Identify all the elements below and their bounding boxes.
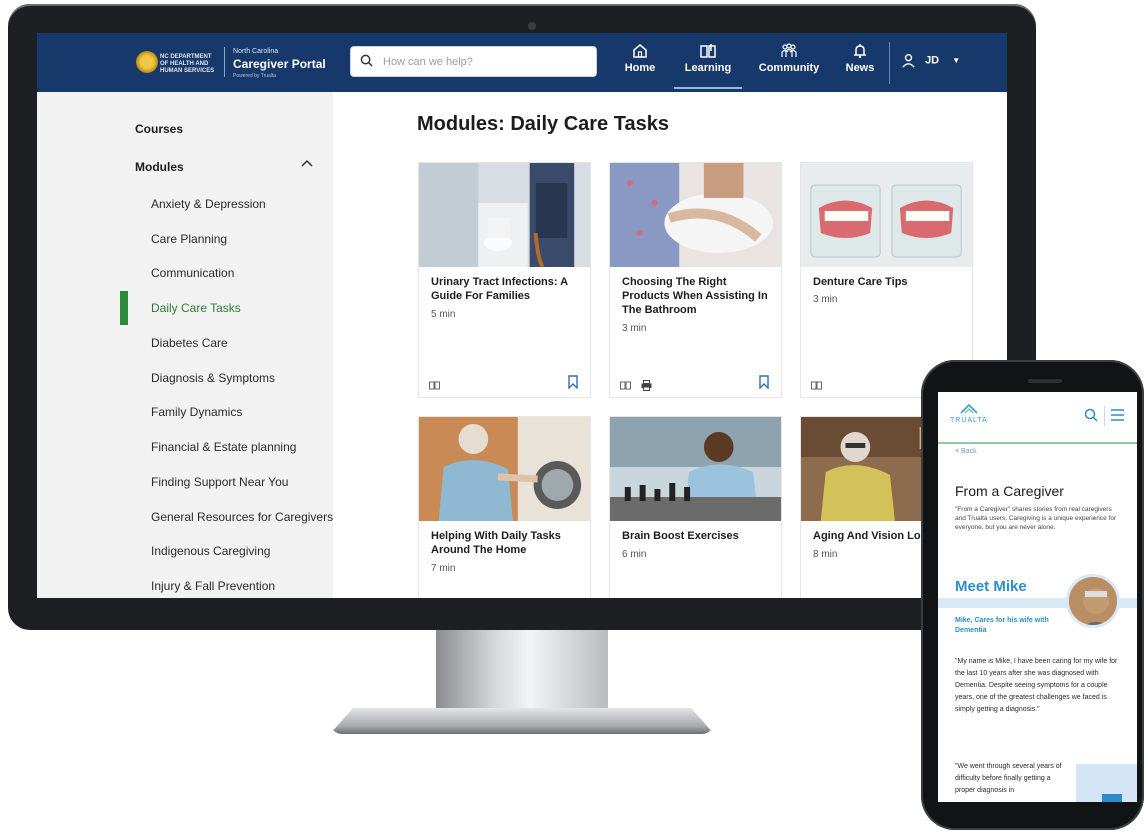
nav-news-label: News <box>845 62 875 74</box>
sidebar-item-general-resources[interactable]: General Resources for Caregivers <box>151 510 333 524</box>
sidebar-item-diabetes-care[interactable]: Diabetes Care <box>151 336 228 350</box>
read-icon[interactable] <box>620 380 631 391</box>
module-card[interactable]: Brain Boost Exercises 6 min <box>609 416 782 598</box>
sidebar-item-injury-fall[interactable]: Injury & Fall Prevention <box>151 579 275 593</box>
bookmark-icon[interactable] <box>759 375 769 389</box>
print-icon[interactable] <box>641 380 652 391</box>
bell-icon <box>854 44 866 59</box>
search-input[interactable] <box>383 53 588 71</box>
people-icon <box>781 43 797 57</box>
sidebar-item-anxiety-depression[interactable]: Anxiety & Depression <box>151 197 266 211</box>
top-navigation-bar: NC DEPARTMENT OF HEALTH AND HUMAN SERVIC… <box>37 33 1007 92</box>
nav-learning[interactable]: Learning <box>674 43 742 89</box>
search-icon[interactable] <box>1084 408 1098 422</box>
phone-screen: TRUALTA < Back From a Caregiver "From a … <box>938 392 1137 802</box>
brand-tagline: Powered by Trualta <box>233 73 277 79</box>
card-duration: 5 min <box>431 309 456 320</box>
nav-home[interactable]: Home <box>623 43 657 85</box>
sidebar-item-daily-care-tasks[interactable]: Daily Care Tasks <box>151 301 241 315</box>
monitor-stand <box>436 630 608 712</box>
nav-news[interactable]: News <box>843 43 877 85</box>
card-duration: 3 min <box>622 323 647 334</box>
user-menu[interactable]: JD ▼ <box>901 53 960 68</box>
sidebar-modules[interactable]: Modules <box>135 160 184 174</box>
user-initials: JD <box>925 54 940 67</box>
chevron-down-icon: ▼ <box>952 56 961 66</box>
state-seal-logo[interactable] <box>136 51 158 73</box>
active-item-indicator <box>120 291 128 325</box>
card-duration: 7 min <box>431 563 456 574</box>
hamburger-menu-icon[interactable] <box>1110 408 1125 422</box>
sidebar: Courses Modules Anxiety & Depression Car… <box>37 92 333 598</box>
trualta-logo-icon[interactable] <box>960 404 978 414</box>
sidebar-item-financial-estate[interactable]: Financial & Estate planning <box>151 440 296 454</box>
card-actions <box>429 378 446 396</box>
nav-community[interactable]: Community <box>755 43 823 85</box>
card-image-bathroom <box>419 163 590 267</box>
module-card[interactable]: Urinary Tract Infections: A Guide For Fa… <box>418 162 591 398</box>
camera-dot <box>528 22 536 30</box>
phone-speaker <box>1028 379 1062 383</box>
card-image-chess <box>610 417 781 521</box>
monitor-base <box>330 708 714 734</box>
user-icon <box>902 53 915 68</box>
card-title[interactable]: Brain Boost Exercises <box>622 529 774 543</box>
sidebar-item-diagnosis-symptoms[interactable]: Diagnosis & Symptoms <box>151 371 275 385</box>
floating-button[interactable] <box>1102 794 1122 802</box>
card-duration: 8 min <box>813 549 838 560</box>
story-quote: "My name is Mike, I have been caring for… <box>955 658 1118 713</box>
card-actions <box>811 378 828 396</box>
card-actions <box>620 378 658 396</box>
avatar-portrait <box>1069 577 1117 625</box>
book-icon <box>700 44 716 58</box>
active-tab-indicator <box>674 87 742 89</box>
card-title[interactable]: Helping With Daily Tasks Around The Home <box>431 529 583 557</box>
card-duration: 3 min <box>813 294 838 305</box>
card-image-dentures <box>801 163 972 267</box>
sidebar-item-communication[interactable]: Communication <box>151 266 234 280</box>
story-quote-continued: "We went through several years of diffic… <box>955 763 1062 794</box>
chevron-up-icon[interactable] <box>301 158 313 168</box>
nav-home-label: Home <box>624 62 656 74</box>
logo-divider <box>224 47 225 77</box>
card-title[interactable]: Urinary Tract Infections: A Guide For Fa… <box>431 275 583 303</box>
department-name: NC DEPARTMENT OF HEALTH AND HUMAN SERVIC… <box>160 54 215 74</box>
desktop-screen: NC DEPARTMENT OF HEALTH AND HUMAN SERVIC… <box>37 33 1007 598</box>
sidebar-item-indigenous-caregiving[interactable]: Indigenous Caregiving <box>151 544 270 558</box>
bookmark-icon[interactable] <box>568 375 578 389</box>
card-title[interactable]: Choosing The Right Products When Assisti… <box>622 275 774 317</box>
card-image-laundry <box>419 417 590 521</box>
home-icon <box>633 44 647 58</box>
meet-heading: Meet Mike <box>955 578 1027 595</box>
nav-divider <box>889 42 890 84</box>
mobile-header: TRUALTA <box>938 392 1137 444</box>
header-divider <box>1104 406 1105 426</box>
nav-community-label: Community <box>758 62 820 74</box>
story-intro: "From a Caregiver" shares stories from r… <box>955 506 1117 531</box>
brand-title[interactable]: Caregiver Portal <box>233 57 326 71</box>
card-title[interactable]: Denture Care Tips <box>813 275 965 289</box>
back-link[interactable]: < Back <box>955 448 977 455</box>
module-card[interactable]: Choosing The Right Products When Assisti… <box>609 162 782 398</box>
sidebar-item-finding-support[interactable]: Finding Support Near You <box>151 475 288 489</box>
read-icon[interactable] <box>429 380 440 391</box>
sidebar-item-care-planning[interactable]: Care Planning <box>151 232 227 246</box>
sidebar-courses[interactable]: Courses <box>135 122 183 136</box>
story-title: From a Caregiver <box>955 483 1064 499</box>
read-icon[interactable] <box>811 380 822 391</box>
brand-state: North Carolina <box>233 48 279 55</box>
module-card[interactable]: Helping With Daily Tasks Around The Home… <box>418 416 591 598</box>
page-title: Modules: Daily Care Tasks <box>417 113 669 135</box>
card-image-bathroom-products <box>610 163 781 267</box>
search-box[interactable] <box>350 46 597 77</box>
sidebar-item-family-dynamics[interactable]: Family Dynamics <box>151 405 242 419</box>
device-mockup: NC DEPARTMENT OF HEALTH AND HUMAN SERVIC… <box>0 0 1145 833</box>
avatar <box>1066 574 1120 628</box>
trualta-logo-text: TRUALTA <box>950 417 988 424</box>
story-subtitle: Mike, Cares for his wife with Dementia <box>955 617 1049 634</box>
card-duration: 6 min <box>622 549 647 560</box>
search-icon <box>360 54 373 67</box>
nav-learning-label: Learning <box>684 62 732 74</box>
